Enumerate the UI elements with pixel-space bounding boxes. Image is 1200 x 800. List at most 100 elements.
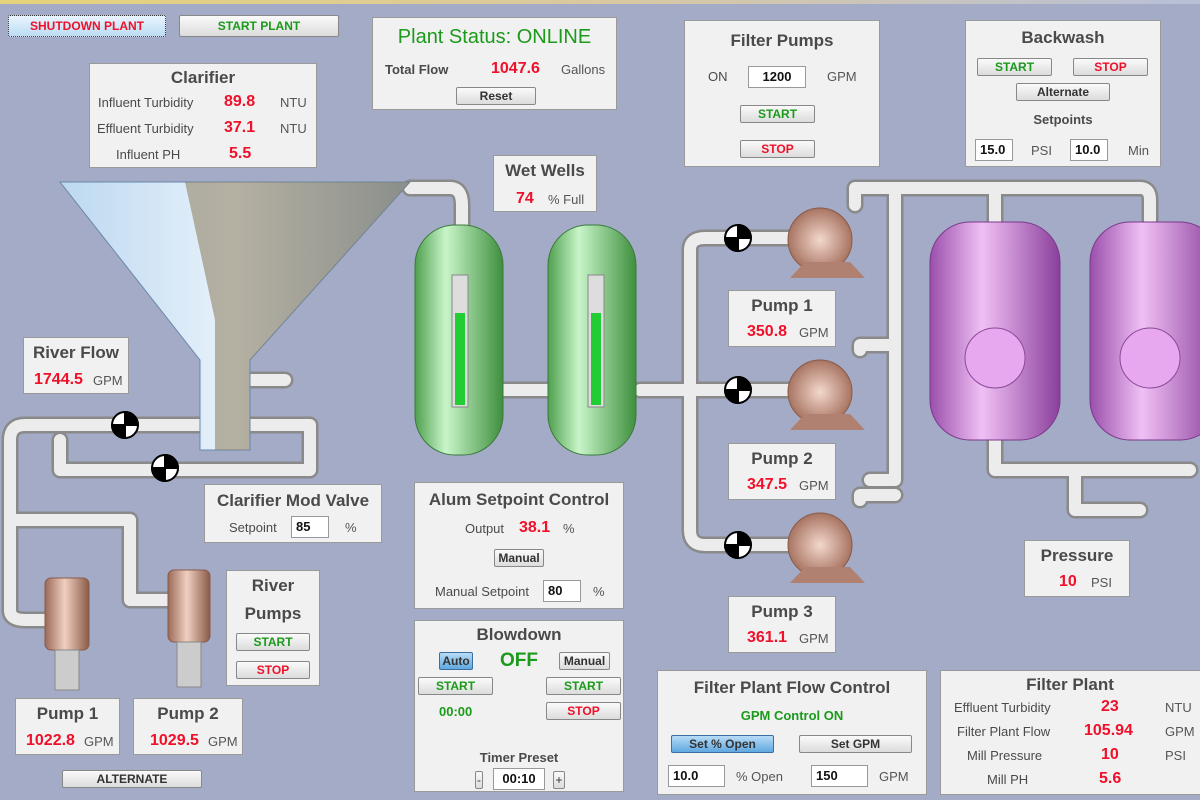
panel-title: Pump 2: [157, 704, 219, 723]
panel-title: Blowdown: [476, 625, 562, 644]
label: Timer Preset: [479, 750, 559, 765]
alum-output-value: 38.1: [519, 519, 551, 536]
filter-plant-panel: Filter Plant Effluent Turbidity 23 NTU F…: [940, 670, 1200, 795]
percent-open-input[interactable]: 10.0: [668, 765, 725, 787]
alum-setpoint-panel: Alum Setpoint Control Output 38.1 % Manu…: [414, 482, 624, 609]
pump-2-panel: Pump 2 347.5 GPM: [728, 443, 836, 500]
river-pump-1-value: 1022.8: [26, 732, 75, 749]
panel-title: Pressure: [1040, 546, 1114, 565]
set-percent-open-button[interactable]: Set % Open: [671, 735, 774, 753]
wet-wells-panel: Wet Wells 74 % Full: [493, 155, 597, 212]
unit: GPM: [799, 631, 829, 646]
river-pumps-stop-button[interactable]: STOP: [236, 661, 310, 679]
panel-title: Backwash: [1021, 28, 1105, 47]
gpm-input[interactable]: 150: [811, 765, 868, 787]
timer-increment-button[interactable]: +: [553, 771, 565, 789]
river-pump-1-panel: Pump 1 1022.8 GPM: [15, 698, 120, 755]
backwash-psi-input[interactable]: 15.0: [975, 139, 1013, 161]
unit: Min: [1128, 143, 1149, 158]
unit: GPM: [208, 734, 238, 749]
plant-status-panel: Plant Status: ONLINE Total Flow 1047.6 G…: [372, 17, 617, 110]
reset-button[interactable]: Reset: [456, 87, 536, 105]
panel-title: Clarifier Mod Valve: [216, 491, 370, 510]
wet-wells-value: 74: [516, 190, 534, 207]
panel-title: Pump 1: [36, 704, 99, 723]
blowdown-manual-button[interactable]: Manual: [559, 652, 610, 670]
unit: NTU: [280, 95, 307, 110]
blowdown-auto-button[interactable]: Auto: [439, 652, 473, 670]
river-pumps-panel: River Pumps START STOP: [226, 570, 320, 686]
panel-title: Pump 1: [751, 296, 813, 315]
shutdown-plant-button[interactable]: SHUTDOWN PLANT: [8, 15, 166, 37]
clarifier-tank: [58, 181, 412, 451]
blowdown-timer: 00:00: [439, 704, 473, 719]
filter-pumps-gpm-input[interactable]: 1200: [748, 66, 806, 88]
unit: NTU: [280, 121, 307, 136]
gpm-control-status: GPM Control ON: [740, 708, 844, 723]
unit: % Full: [548, 192, 585, 207]
river-pump-2-value: 1029.5: [150, 732, 199, 749]
river-flow-value: 1744.5: [34, 371, 83, 388]
unit: %: [593, 584, 605, 599]
panel-title: Filter Plant: [1026, 675, 1114, 694]
blowdown-auto-start-button[interactable]: START: [418, 677, 493, 695]
panel-title: River: [251, 576, 295, 595]
effluent-turbidity-value: 23: [1101, 698, 1119, 715]
blowdown-stop-button[interactable]: STOP: [546, 702, 621, 720]
panel-title: River Flow: [33, 343, 119, 362]
influent-ph-value: 5.5: [229, 145, 252, 162]
mill-ph-value: 5.6: [1099, 770, 1122, 787]
panel-title: Alum Setpoint Control: [428, 490, 610, 509]
unit: GPM: [799, 478, 829, 493]
backwash-stop-button[interactable]: STOP: [1073, 58, 1148, 76]
filter-pumps-stop-button[interactable]: STOP: [740, 140, 815, 158]
panel-title: Filter Plant Flow Control: [693, 678, 891, 697]
timer-preset-input[interactable]: 00:10: [493, 768, 545, 790]
unit: GPM: [84, 734, 114, 749]
unit: % Open: [736, 769, 783, 784]
pressure-panel: Pressure 10 PSI: [1024, 540, 1130, 597]
alum-manual-button[interactable]: Manual: [494, 549, 544, 567]
blowdown-panel: Blowdown Auto OFF Manual START START 00:…: [414, 620, 624, 792]
unit: PSI: [1091, 575, 1112, 590]
panel-title: Clarifier: [170, 68, 236, 87]
label: ON: [708, 69, 728, 84]
river-pumps-start-button[interactable]: START: [236, 633, 310, 651]
label: Influent PH: [116, 147, 181, 162]
backwash-alternate-button[interactable]: Alternate: [1016, 83, 1110, 101]
alternate-button[interactable]: ALTERNATE: [62, 770, 202, 788]
mod-valve-setpoint-input[interactable]: 85: [291, 516, 329, 538]
blowdown-state: OFF: [500, 650, 538, 671]
label: Influent Turbidity: [98, 95, 194, 110]
clarifier-mod-valve-panel: Clarifier Mod Valve Setpoint 85 %: [204, 484, 382, 543]
backwash-start-button[interactable]: START: [977, 58, 1052, 76]
unit: GPM: [879, 769, 909, 784]
clarifier-panel: Clarifier Influent Turbidity 89.8 NTU Ef…: [89, 63, 317, 168]
timer-decrement-button[interactable]: -: [475, 771, 483, 789]
label: Effluent Turbidity: [954, 700, 1051, 715]
backwash-min-input[interactable]: 10.0: [1070, 139, 1108, 161]
label: Setpoint: [229, 520, 277, 535]
filter-plant-flow-control-panel: Filter Plant Flow Control GPM Control ON…: [657, 670, 927, 795]
pump-3-panel: Pump 3 361.1 GPM: [728, 596, 836, 653]
filter-pumps-start-button[interactable]: START: [740, 105, 815, 123]
label: Output: [465, 521, 505, 536]
backwash-panel: Backwash START STOP Alternate Setpoints …: [965, 20, 1161, 167]
start-plant-button[interactable]: START PLANT: [179, 15, 339, 37]
alum-manual-setpoint-input[interactable]: 80: [543, 580, 581, 602]
unit: PSI: [1165, 748, 1186, 763]
panel-title: Filter Pumps: [730, 31, 834, 50]
filter-pumps-panel: Filter Pumps ON 1200 GPM START STOP: [684, 20, 880, 167]
pump-1-value: 350.8: [747, 323, 788, 340]
wet-well-tanks: [414, 224, 637, 456]
influent-turbidity-value: 89.8: [224, 93, 256, 110]
pump-1-panel: Pump 1 350.8 GPM: [728, 290, 836, 347]
mill-pressure-value: 10: [1101, 746, 1119, 763]
blowdown-manual-start-button[interactable]: START: [546, 677, 621, 695]
pump-2-value: 347.5: [747, 476, 788, 493]
panel-title: Pump 2: [751, 449, 813, 468]
unit: GPM: [1165, 724, 1195, 739]
label: Mill Pressure: [967, 748, 1043, 763]
filter-plant-flow-value: 105.94: [1084, 722, 1133, 739]
set-gpm-button[interactable]: Set GPM: [799, 735, 912, 753]
